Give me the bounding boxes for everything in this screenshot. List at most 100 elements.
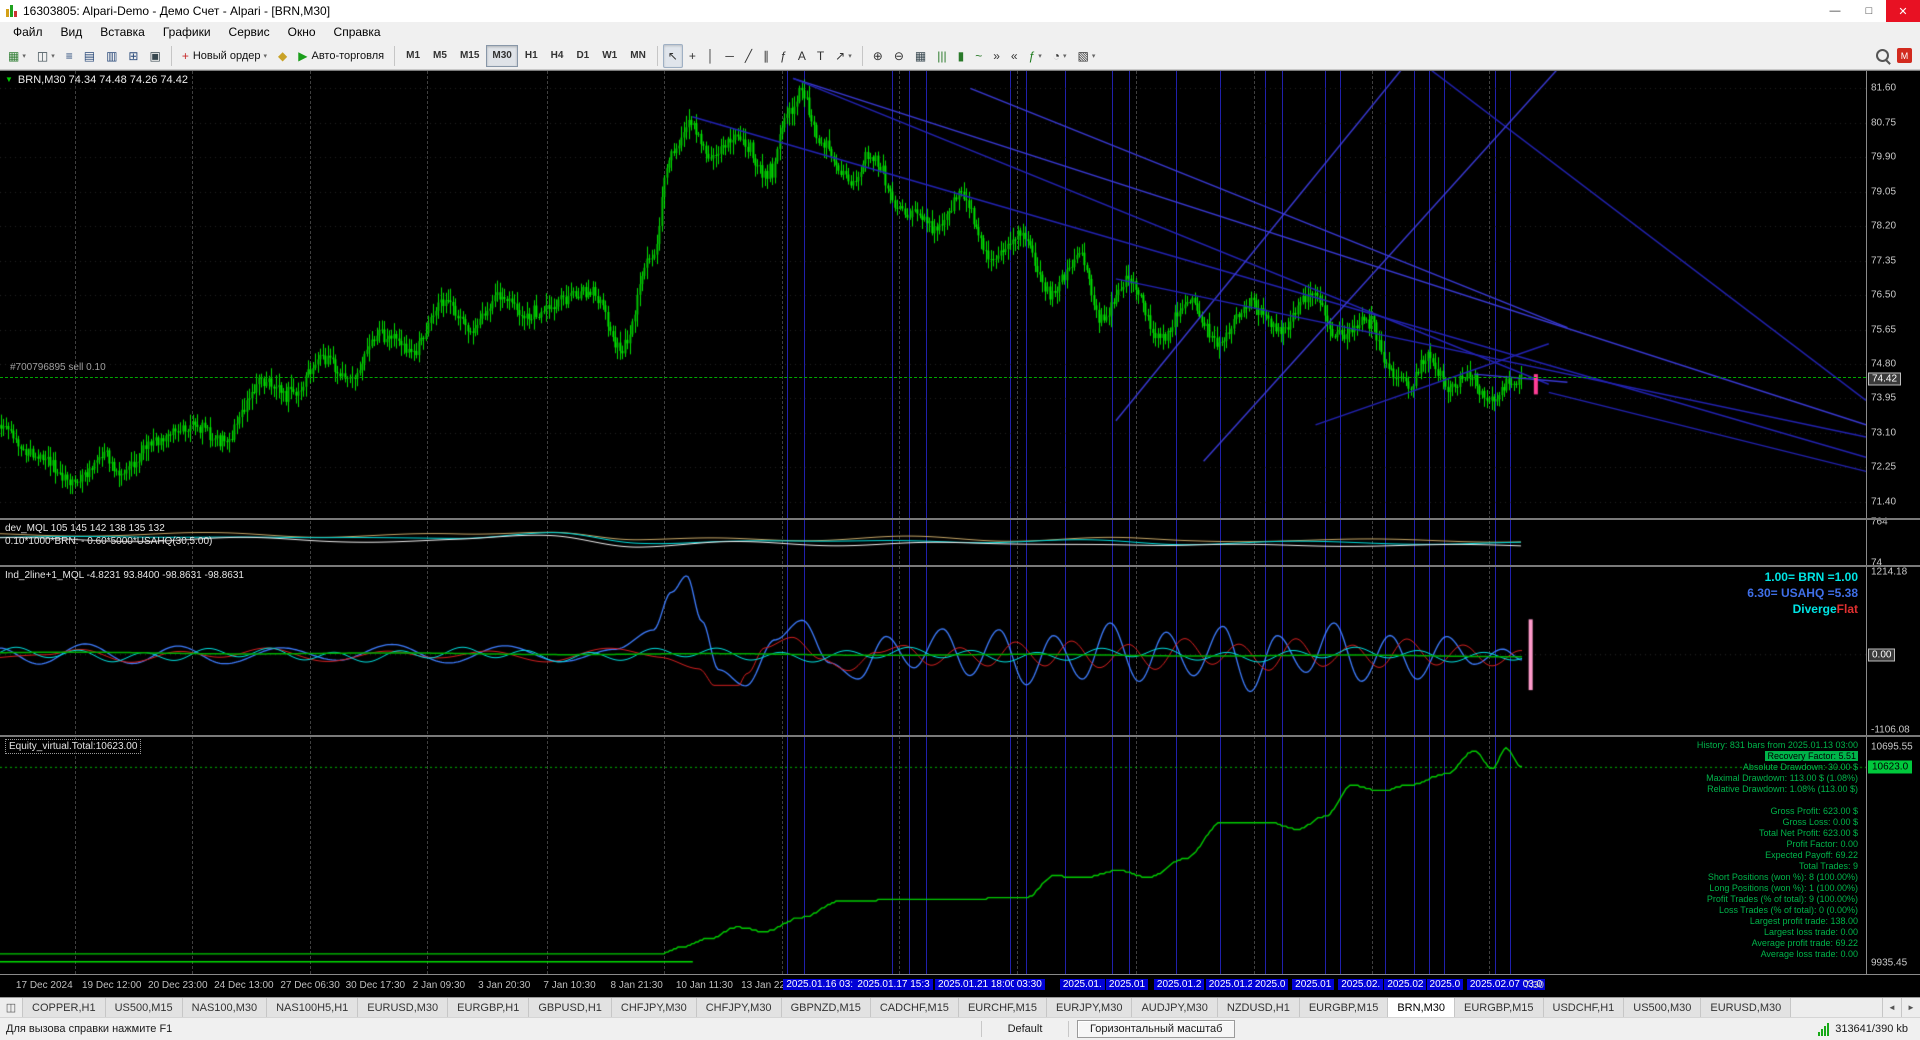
dropdown-caret-icon: ▾ [1038,52,1042,60]
market-watch-button[interactable]: ≡ [61,44,78,68]
chart-shift-button[interactable]: « [1006,44,1023,68]
arrows-button[interactable]: ↗ ▾ [830,44,857,68]
data-window-button[interactable]: ▤ [79,44,100,68]
tab-chfjpy-m30[interactable]: CHFJPY,M30 [696,998,782,1017]
crosshair-button[interactable]: + [684,44,701,68]
terminal-button[interactable]: ⊞ [123,44,143,68]
menu-item-window[interactable]: Окно [279,24,325,40]
tab-eurgbp-m15[interactable]: EURGBP,M15 [1455,998,1544,1017]
tab-us500-m15[interactable]: US500,M15 [105,998,183,1017]
metaeditor-button[interactable]: ◆ [273,44,292,68]
status-hint-box: Горизонтальный масштаб [1077,1020,1236,1038]
tab-audjpy-m30[interactable]: AUDJPY,M30 [1132,998,1218,1017]
timeframe-d1-button[interactable]: D1 [570,45,595,67]
navigator-button[interactable]: ▥ [101,44,122,68]
tile-windows-button[interactable]: ▦ [910,44,931,68]
tab-us500-m30[interactable]: US500,M30 [1624,998,1702,1017]
main-chart-panel[interactable]: ▼ BRN,M30 74.34 74.48 74.26 74.42 #700796… [0,71,1866,518]
scale-tick-label: -1106.08 [1871,724,1910,736]
tab-cadchf-m15[interactable]: CADCHF,M15 [870,998,959,1017]
equity-curve-canvas[interactable] [0,737,1866,974]
menu-item-file[interactable]: Файл [4,24,52,40]
new-chart-button[interactable]: ▦ ▾ [3,44,31,68]
spread-indicator-panel[interactable]: dev_MQL 105 145 142 138 135 132 0.10*100… [0,520,1866,565]
tab-eurusd-m30[interactable]: EURUSD,M30 [1701,998,1792,1017]
strategy-tester-button[interactable]: ▣ [144,44,165,68]
text-label-button[interactable]: T [812,44,829,68]
spread-indicator-canvas[interactable] [0,520,1866,565]
equity-stat-line: Total Trades: 9 [1798,861,1858,871]
equidistant-channel-button[interactable]: ∥ [758,44,774,68]
tab-nas100h5-h1[interactable]: NAS100H5,H1 [267,998,359,1017]
tab-usdchf-h1[interactable]: USDCHF,H1 [1543,998,1625,1017]
cursor-button[interactable]: ↖ [662,43,683,68]
close-button[interactable]: ✕ [1886,0,1920,22]
chart-windows-icon[interactable]: ◫ [0,998,23,1017]
candlestick-mode-button[interactable]: ▮ [953,44,970,68]
bar-chart-mode-button[interactable]: ||| [932,44,951,68]
oscillator-indicator-panel[interactable]: Ind_2line+1_MQL -4.8231 93.8400 -98.8631… [0,567,1866,735]
tab-eurgbp-m15[interactable]: EURGBP,M15 [1299,998,1389,1017]
restore-button[interactable]: □ [1852,0,1886,22]
menu-item-view[interactable]: Вид [52,24,92,40]
timeframe-m15-button[interactable]: M15 [454,45,485,67]
oscillator-right-part: Flat [1836,602,1858,616]
tab-copper-h1[interactable]: COPPER,H1 [23,998,106,1017]
timeframe-mn-button[interactable]: MN [624,45,652,67]
menu-item-service[interactable]: Сервис [220,24,279,40]
timeframe-w1-button[interactable]: W1 [596,45,623,67]
status-help-text: Для вызова справки нажмите F1 [6,1023,173,1035]
minimize-button[interactable]: — [1818,0,1852,22]
menu-item-help[interactable]: Справка [325,24,390,40]
time-axis[interactable]: 17 Dec 2024 19 Dec 12:00 20 Dec 23:00 24 De… [0,974,1920,998]
price-scale[interactable]: 81.60 80.75 79.90 79.05 78.20 77.35 76.50 75.65… [1866,71,1920,974]
vertical-line-button[interactable]: │ [702,44,720,68]
tab-brn-m30[interactable]: BRN,M30 [1388,998,1456,1017]
dropdown-caret-icon: ▾ [1063,52,1067,60]
tab-nas100-m30[interactable]: NAS100,M30 [182,998,268,1017]
tab-eurchf-m15[interactable]: EURCHF,M15 [958,998,1048,1017]
indicators-list-button[interactable]: ƒ ▾ [1024,44,1047,68]
templates-button[interactable]: ▧ ▾ [1073,44,1101,68]
panel-splitter-1[interactable] [0,518,1920,520]
tab-eurgbp-h1[interactable]: EURGBP,H1 [448,998,530,1017]
tab-gbpnzd-m15[interactable]: GBPNZD,M15 [781,998,871,1017]
timeframe-h1-button[interactable]: H1 [519,45,544,67]
search-icon[interactable] [1876,49,1889,62]
timeframe-m30-button[interactable]: M30 [486,44,518,67]
menu-item-charts[interactable]: Графики [154,24,220,40]
current-price-badge: 0.00 [1868,648,1896,662]
autotrading-button[interactable]: ▶ Авто-торговля [293,44,389,68]
zoom-in-button[interactable]: ⊕ [868,44,888,68]
tab-nzdusd-h1[interactable]: NZDUSD,H1 [1217,998,1300,1017]
panel-splitter-2[interactable] [0,565,1920,567]
tab-gbpusd-h1[interactable]: GBPUSD,H1 [529,998,612,1017]
tab-eurusd-m30[interactable]: EURUSD,M30 [358,998,449,1017]
line-chart-mode-button[interactable]: ~ [970,44,987,68]
text-button[interactable]: A [793,44,811,68]
equity-panel[interactable]: Equity_virtual.Total:10623.00 History: 8… [0,737,1866,974]
candlestick-chart-canvas[interactable] [0,71,1866,518]
menu-item-insert[interactable]: Вставка [91,24,154,40]
tab-scroll-right-button[interactable]: ► [1901,998,1920,1017]
trendline-button[interactable]: ╱ [740,44,757,68]
tab-eurjpy-m30[interactable]: EURJPY,M30 [1047,998,1133,1017]
community-icon[interactable]: M [1897,48,1912,63]
zoom-out-button[interactable]: ⊖ [889,44,909,68]
chart-workspace: ▼ BRN,M30 74.34 74.48 74.26 74.42 #700796… [0,70,1920,998]
periods-button[interactable]: ◔ ▾ [1048,44,1072,68]
sell-order-line[interactable] [0,376,1866,378]
auto-scroll-button[interactable]: » [988,44,1005,68]
profiles-button[interactable]: ◫ ▾ [32,44,60,68]
fibonacci-button[interactable]: ƒ [775,44,792,68]
panel-splitter-3[interactable] [0,735,1920,737]
timeframe-m1-button[interactable]: M1 [400,45,426,67]
new-order-button[interactable]: + Новый ордер ▾ [177,44,272,68]
tab-scroll-left-button[interactable]: ◄ [1882,998,1901,1017]
tab-chfjpy-m30[interactable]: CHFJPY,M30 [611,998,697,1017]
status-profile[interactable]: Default [982,1023,1068,1035]
timeframe-m5-button[interactable]: M5 [427,45,453,67]
horizontal-line-button[interactable]: ─ [720,44,739,68]
timeframe-h4-button[interactable]: H4 [545,45,570,67]
oscillator-canvas[interactable] [0,567,1866,735]
